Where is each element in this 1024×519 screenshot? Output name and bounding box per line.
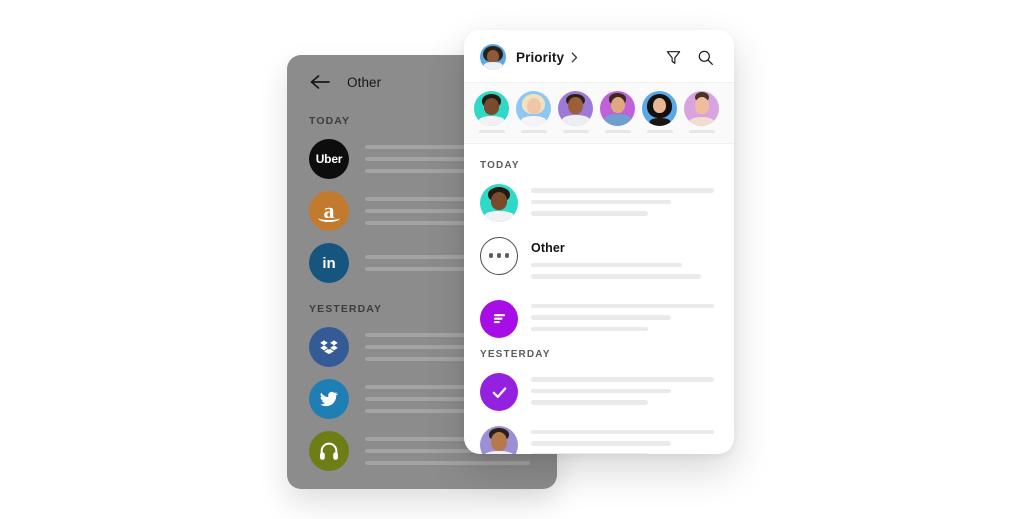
message-row[interactable] (464, 177, 734, 230)
chevron-right-icon[interactable] (571, 51, 578, 63)
contact-avatar-6[interactable] (684, 91, 719, 133)
priority-header: Priority (464, 30, 734, 82)
message-skeleton (531, 373, 720, 412)
avatar-shadow (478, 130, 505, 133)
avatar (480, 425, 518, 454)
section-header-yesterday: YESTERDAY (480, 349, 551, 360)
message-row[interactable] (464, 419, 734, 454)
search-icon[interactable] (692, 44, 718, 70)
section-header-today: TODAY (480, 160, 520, 171)
avatar-shadow (646, 130, 673, 133)
more-icon[interactable] (480, 236, 518, 275)
user-avatar[interactable] (480, 44, 506, 70)
amazon-icon: a (309, 191, 349, 231)
contact-avatar-1[interactable] (474, 91, 509, 133)
avatar-shadow (688, 130, 715, 133)
message-row[interactable] (464, 366, 734, 419)
message-skeleton (531, 184, 720, 223)
message-list: TODAY Other YESTERDAY (464, 144, 734, 454)
contact-avatar-5[interactable] (642, 91, 677, 133)
filter-icon[interactable] (660, 44, 686, 70)
avatar (480, 184, 518, 222)
list-icon (480, 299, 518, 338)
avatar-shadow (520, 130, 547, 133)
twitter-icon (309, 379, 349, 419)
priority-card[interactable]: Priority TODAY Other YESTERDAY (464, 30, 734, 454)
linkedin-icon: in (309, 243, 349, 283)
avatar-shadow (562, 130, 589, 133)
screenshot-stage: Other TODAY Uber a in YESTERDAY Priority… (0, 0, 1024, 519)
dropbox-icon (309, 327, 349, 367)
headset-icon (309, 431, 349, 471)
contact-avatar-strip[interactable] (464, 82, 734, 144)
arrow-left-icon[interactable] (309, 73, 331, 91)
message-row-label: Other (531, 240, 565, 255)
other-panel-title: Other (347, 74, 382, 90)
message-skeleton (531, 300, 720, 339)
contact-avatar-4[interactable] (600, 91, 635, 133)
uber-icon: Uber (309, 139, 349, 179)
message-row[interactable] (464, 293, 734, 346)
message-skeleton (531, 426, 720, 454)
avatar-shadow (604, 130, 631, 133)
contact-avatar-3[interactable] (558, 91, 593, 133)
message-row-other[interactable]: Other (464, 230, 734, 293)
contact-avatar-2[interactable] (516, 91, 551, 133)
page-title: Priority (516, 49, 565, 65)
check-icon (480, 373, 518, 411)
